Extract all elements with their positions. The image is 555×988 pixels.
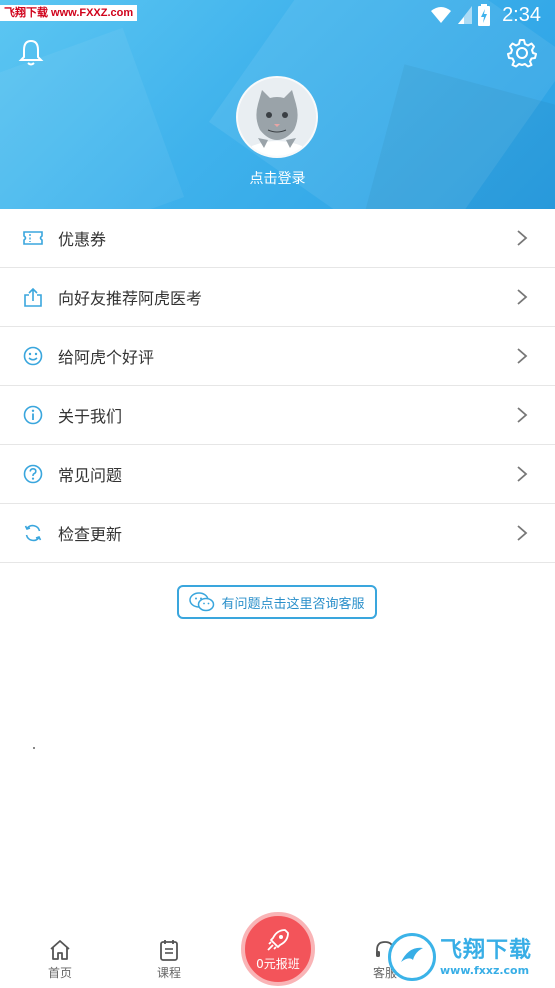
share-icon <box>24 287 42 307</box>
bell-icon[interactable] <box>16 38 46 68</box>
wechat-icon <box>189 592 215 612</box>
wifi-icon <box>431 7 452 23</box>
rocket-icon <box>267 928 289 951</box>
cat-avatar-icon <box>238 78 316 156</box>
menu-item-coupons[interactable]: 优惠券 <box>0 209 555 268</box>
consult-button-label: 有问题点击这里咨询客服 <box>221 596 365 612</box>
chevron-right-icon <box>517 525 528 541</box>
course-list-icon <box>160 940 178 961</box>
chevron-right-icon <box>517 289 528 305</box>
menu-item-update[interactable]: 检查更新 <box>0 504 555 563</box>
watermark-badge: 飞翔下载 www.fxxz.com <box>388 928 548 986</box>
menu-item-label: 常见问题 <box>58 466 123 485</box>
menu-item-label: 给阿虎个好评 <box>58 348 155 367</box>
signal-icon <box>458 6 473 24</box>
menu-item-about[interactable]: 关于我们 <box>0 386 555 445</box>
chevron-right-icon <box>517 466 528 482</box>
gear-icon[interactable] <box>507 38 537 68</box>
free-signup-button[interactable]: 0元报班 <box>241 912 315 986</box>
chevron-right-icon <box>517 348 528 364</box>
refresh-icon <box>24 524 42 542</box>
home-icon <box>50 940 70 960</box>
menu-item-label: 向好友推荐阿虎医考 <box>58 289 203 308</box>
status-bar: 飞翔下载 www.FXXZ.com 2:34 <box>0 0 555 30</box>
avatar[interactable] <box>236 76 318 158</box>
consult-service-button[interactable]: 有问题点击这里咨询客服 <box>177 585 377 619</box>
chevron-right-icon <box>517 230 528 246</box>
menu-item-faq[interactable]: 常见问题 <box>0 445 555 504</box>
smile-icon <box>23 346 43 366</box>
info-icon <box>23 405 43 425</box>
login-link[interactable]: 点击登录 <box>0 168 555 188</box>
tab-course-label: 课程 <box>156 966 181 980</box>
watermark-url: www.fxxz.com <box>440 963 530 977</box>
watermark-title: 飞翔下载 <box>440 937 533 963</box>
stray-dot <box>33 747 35 749</box>
tab-home[interactable]: 首页 <box>30 938 90 981</box>
bird-logo-icon <box>401 947 423 962</box>
free-signup-label: 0元报班 <box>256 956 300 971</box>
chevron-right-icon <box>517 407 528 423</box>
tab-home-label: 首页 <box>47 966 72 980</box>
ticket-icon <box>23 231 43 245</box>
question-icon <box>23 464 43 484</box>
menu-item-label: 优惠券 <box>58 230 107 249</box>
settings-menu: 优惠券 向好友推荐阿虎医考 给阿虎个好评 关于我们 常见问题 检查更新 <box>0 209 555 563</box>
battery-charging-icon <box>478 4 491 26</box>
watermark-label: 飞翔下载 www.FXXZ.com <box>0 5 138 21</box>
menu-item-recommend[interactable]: 向好友推荐阿虎医考 <box>0 268 555 327</box>
watermark-logo <box>388 933 436 981</box>
profile-header: 飞翔下载 www.FXXZ.com 2:34 点击登录 <box>0 0 555 209</box>
status-time: 2:34 <box>502 3 541 26</box>
menu-item-label: 关于我们 <box>58 407 123 426</box>
menu-item-label: 检查更新 <box>58 525 123 544</box>
tab-course[interactable]: 课程 <box>139 938 199 981</box>
menu-item-rate[interactable]: 给阿虎个好评 <box>0 327 555 386</box>
